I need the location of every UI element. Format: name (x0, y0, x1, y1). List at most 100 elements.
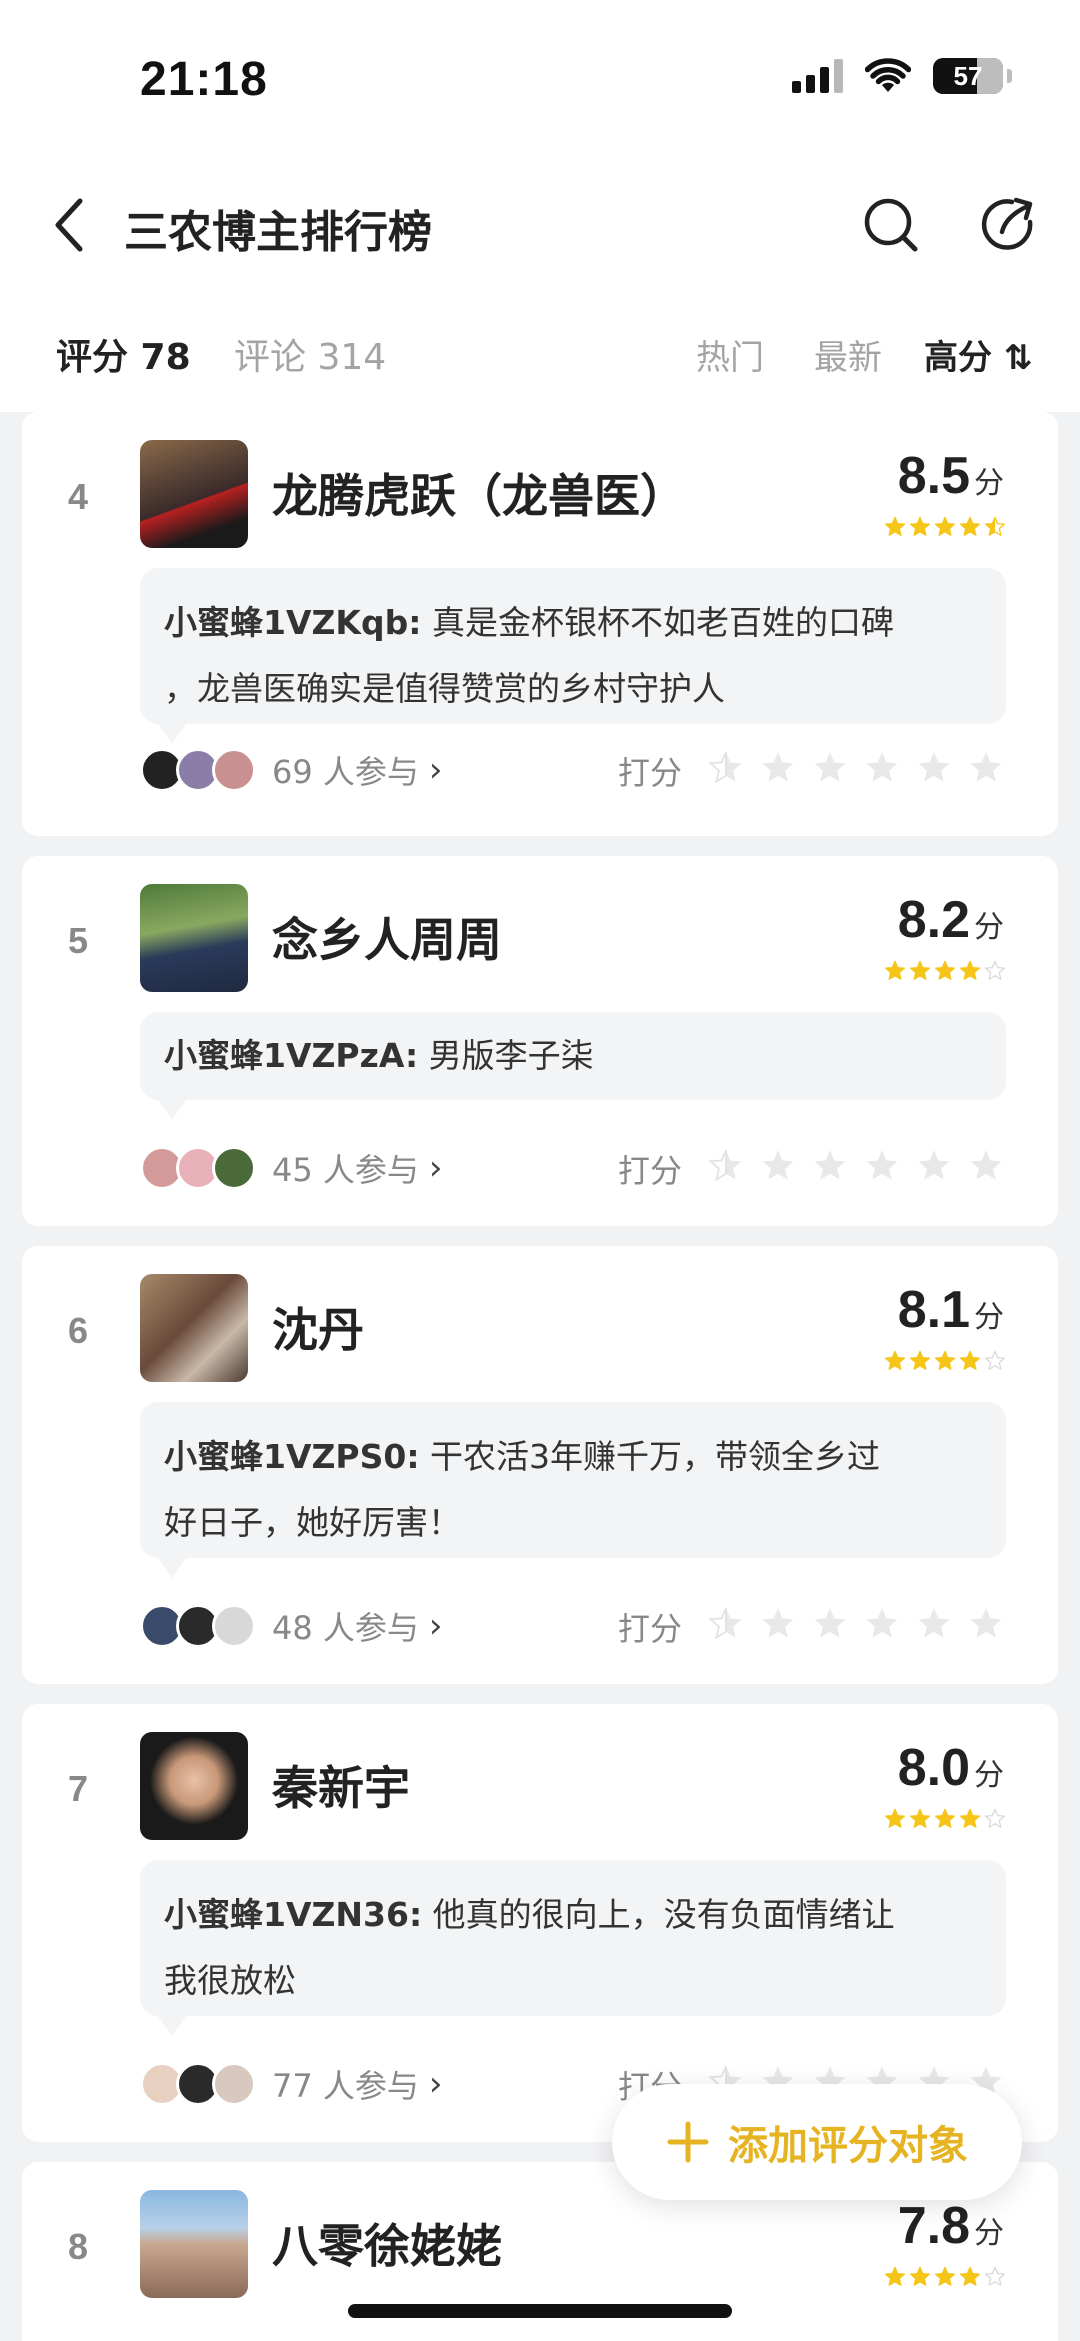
comment-user: 小蜜蜂1VZPS0: (164, 1437, 420, 1476)
star-icon (934, 516, 956, 536)
score-unit: 分 (974, 466, 1004, 501)
participants[interactable]: 69 人参与 › (140, 746, 443, 794)
ranking-card[interactable]: 4 龙腾虎跃（龙兽医） 8.5 分 小蜜蜂1VZKqb: 真是金杯银杯不如老百姓… (22, 412, 1058, 836)
star-icon (884, 516, 906, 536)
participants[interactable]: 77 人参与 › (140, 2060, 443, 2108)
top-comment[interactable]: 小蜜蜂1VZPS0: 干农活3年赚千万，带领全乡过 好日子，她好厉害！ (140, 1402, 1006, 1578)
participants[interactable]: 48 人参与 › (140, 1602, 443, 1650)
rate-star-icon[interactable] (760, 1148, 796, 1184)
rating-stars (884, 1350, 1006, 1372)
rank-number: 7 (68, 1768, 89, 1809)
nav-bar: 三农博主排行榜 (0, 150, 1080, 300)
star-icon (959, 1808, 981, 1828)
comment-user: 小蜜蜂1VZN36: (164, 1895, 423, 1934)
chevron-left-icon (55, 198, 83, 252)
score: 8.1 分 (898, 1280, 1004, 1340)
search-button[interactable] (860, 194, 922, 256)
star-icon (984, 2266, 1006, 2286)
ranking-card[interactable]: 5 念乡人周周 8.2 分 小蜜蜂1VZPzA: 男版李子柒 45 人参与 › … (22, 856, 1058, 1226)
rate-star-icon[interactable] (916, 750, 952, 786)
tab-rating[interactable]: 评分 78 (56, 328, 191, 380)
star-icon (984, 516, 1006, 536)
rate-star-icon[interactable] (916, 1606, 952, 1642)
participant-avatars (140, 1604, 256, 1648)
star-icon (884, 1350, 906, 1370)
status-time: 21:18 (140, 53, 268, 106)
top-comment[interactable]: 小蜜蜂1VZN36: 他真的很向上，没有负面情绪让 我很放松 (140, 1860, 1006, 2036)
status-icons: 57 (792, 58, 1012, 94)
star-icon (934, 960, 956, 980)
rating-stars (884, 960, 1006, 982)
add-rating-target-button[interactable]: 添加评分对象 (612, 2084, 1022, 2200)
rate-star-icon[interactable] (812, 1148, 848, 1184)
top-comment[interactable]: 小蜜蜂1VZKqb: 真是金杯银杯不如老百姓的口碑 ，龙兽医确实是值得赞赏的乡村… (140, 568, 1006, 744)
back-button[interactable] (44, 192, 94, 258)
chevron-right-icon: › (428, 1606, 443, 1646)
sort-new[interactable]: 最新 (814, 330, 882, 379)
item-name: 沈丹 (272, 1303, 364, 1357)
status-bar: 21:18 57 (0, 0, 1080, 150)
chevron-right-icon: › (428, 2064, 443, 2104)
sort-high[interactable]: 高分 ⇅ (924, 330, 1032, 379)
rate-label: 打分 (618, 1152, 683, 1190)
rate-stars-input[interactable] (708, 750, 1004, 786)
avatar[interactable] (140, 2190, 248, 2298)
score: 8.0 分 (898, 1738, 1004, 1798)
rate-stars-input[interactable] (708, 1606, 1004, 1642)
chevron-right-icon: › (428, 750, 443, 790)
rate-label: 打分 (618, 754, 683, 792)
item-name: 龙腾虎跃（龙兽医） (272, 469, 686, 523)
rate-star-icon[interactable] (708, 1606, 744, 1642)
rate-star-icon[interactable] (812, 750, 848, 786)
score-unit: 分 (974, 2216, 1004, 2251)
avatar[interactable] (140, 1274, 248, 1382)
rate-star-icon[interactable] (968, 1606, 1004, 1642)
rate-star-icon[interactable] (968, 750, 1004, 786)
rate-star-icon[interactable] (864, 750, 900, 786)
rate-star-icon[interactable] (760, 1606, 796, 1642)
rate-stars-input[interactable] (708, 1148, 1004, 1184)
score-value: 7.8 (897, 2197, 970, 2255)
rank-number: 8 (68, 2226, 89, 2267)
avatar[interactable] (140, 884, 248, 992)
star-icon (884, 960, 906, 980)
top-comment[interactable]: 小蜜蜂1VZPzA: 男版李子柒 (140, 1012, 1006, 1120)
rate-star-icon[interactable] (760, 750, 796, 786)
sort-hot[interactable]: 热门 (696, 330, 764, 379)
score-unit: 分 (974, 1758, 1004, 1793)
ranking-card[interactable]: 6 沈丹 8.1 分 小蜜蜂1VZPS0: 干农活3年赚千万，带领全乡过 好日子… (22, 1246, 1058, 1684)
star-icon (884, 2266, 906, 2286)
rank-number: 6 (68, 1310, 89, 1351)
score-unit: 分 (974, 910, 1004, 945)
score: 8.5 分 (898, 446, 1004, 506)
battery-icon: 57 (933, 58, 1003, 94)
star-icon (909, 960, 931, 980)
rate-star-icon[interactable] (708, 1148, 744, 1184)
item-name: 念乡人周周 (272, 913, 502, 967)
share-button[interactable] (976, 194, 1038, 256)
rate-star-icon[interactable] (864, 1148, 900, 1184)
ranking-card[interactable]: 7 秦新宇 8.0 分 小蜜蜂1VZN36: 他真的很向上，没有负面情绪让 我很… (22, 1704, 1058, 2142)
rate-star-icon[interactable] (864, 1606, 900, 1642)
share-icon (981, 197, 1033, 250)
star-icon (909, 1350, 931, 1370)
participant-avatars (140, 748, 256, 792)
star-icon (934, 1808, 956, 1828)
star-icon (959, 516, 981, 536)
participants[interactable]: 45 人参与 › (140, 1144, 443, 1192)
home-indicator (348, 2304, 732, 2318)
rate-star-icon[interactable] (708, 750, 744, 786)
plus-icon (667, 2121, 709, 2163)
battery-nub (1007, 69, 1012, 83)
tab-comments[interactable]: 评论 314 (234, 328, 386, 380)
rate-star-icon[interactable] (916, 1148, 952, 1184)
star-icon (909, 2266, 931, 2286)
avatar[interactable] (140, 1732, 248, 1840)
comment-text-cont: 好日子，她好厉害！ (164, 1503, 461, 1542)
star-icon (959, 2266, 981, 2286)
avatar[interactable] (140, 440, 248, 548)
rate-star-icon[interactable] (812, 1606, 848, 1642)
rate-star-icon[interactable] (968, 1148, 1004, 1184)
search-icon (864, 198, 918, 252)
comment-text: 男版李子柒 (428, 1036, 594, 1075)
